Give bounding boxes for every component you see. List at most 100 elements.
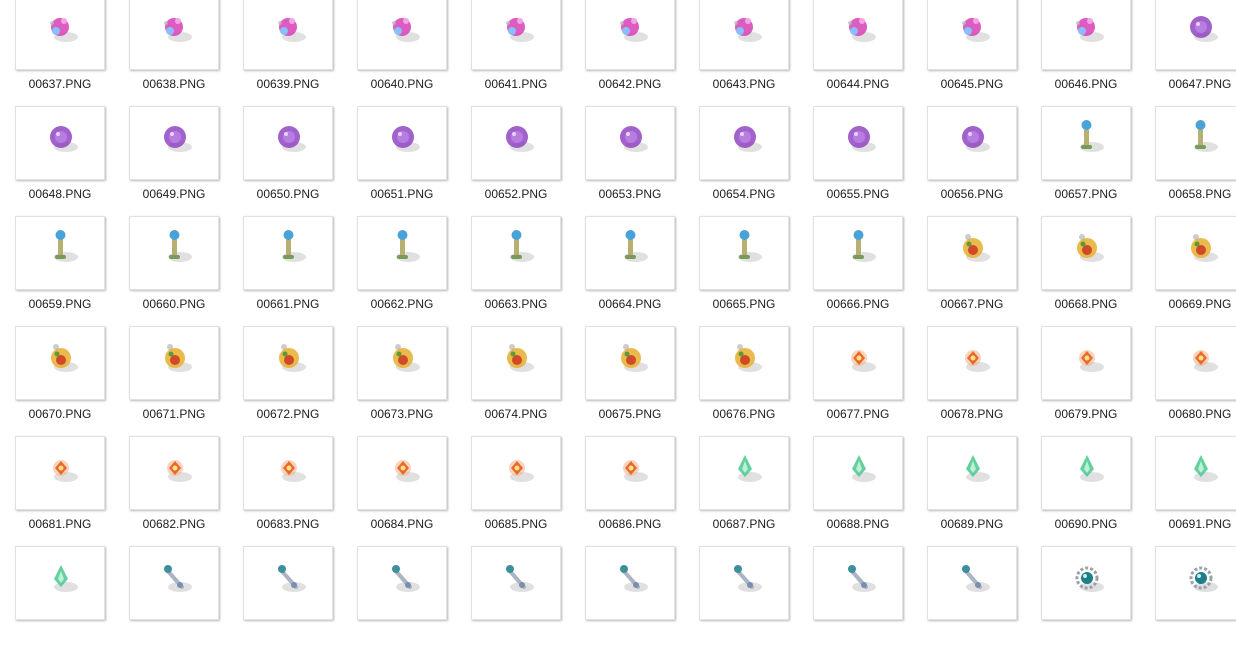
file-item[interactable]: 00637.PNG bbox=[0, 0, 114, 106]
file-thumbnail[interactable] bbox=[243, 216, 333, 290]
file-name-label[interactable]: 00660.PNG bbox=[114, 297, 234, 311]
file-thumbnail[interactable] bbox=[813, 106, 903, 180]
file-item[interactable]: 00687.PNG bbox=[684, 436, 798, 546]
file-item[interactable]: 00662.PNG bbox=[342, 216, 456, 326]
file-thumbnail[interactable] bbox=[243, 106, 333, 180]
file-name-label[interactable]: 00656.PNG bbox=[912, 187, 1032, 201]
file-thumbnail[interactable] bbox=[585, 436, 675, 510]
file-thumbnail[interactable] bbox=[357, 216, 447, 290]
file-item[interactable]: 00642.PNG bbox=[570, 0, 684, 106]
file-thumbnail[interactable] bbox=[813, 0, 903, 70]
file-name-label[interactable]: 00662.PNG bbox=[342, 297, 462, 311]
file-thumbnail[interactable] bbox=[585, 106, 675, 180]
file-name-label[interactable]: 00648.PNG bbox=[0, 187, 120, 201]
file-thumbnail[interactable] bbox=[129, 106, 219, 180]
file-thumbnail[interactable] bbox=[813, 436, 903, 510]
file-thumbnail[interactable] bbox=[357, 436, 447, 510]
file-thumbnail[interactable] bbox=[15, 436, 105, 510]
file-name-label[interactable]: 00685.PNG bbox=[456, 517, 576, 531]
file-item[interactable] bbox=[570, 546, 684, 656]
file-item[interactable] bbox=[912, 546, 1026, 656]
file-name-label[interactable]: 00658.PNG bbox=[1140, 187, 1236, 201]
file-name-label[interactable]: 00644.PNG bbox=[798, 77, 918, 91]
file-thumbnail[interactable] bbox=[471, 436, 561, 510]
file-item[interactable] bbox=[228, 546, 342, 656]
file-thumbnail[interactable] bbox=[585, 546, 675, 620]
file-item[interactable] bbox=[684, 546, 798, 656]
file-item[interactable]: 00679.PNG bbox=[1026, 326, 1140, 436]
file-item[interactable]: 00683.PNG bbox=[228, 436, 342, 546]
file-item[interactable]: 00650.PNG bbox=[228, 106, 342, 216]
file-thumbnail[interactable] bbox=[15, 546, 105, 620]
file-thumbnail[interactable] bbox=[813, 326, 903, 400]
file-thumbnail[interactable] bbox=[585, 326, 675, 400]
file-name-label[interactable]: 00645.PNG bbox=[912, 77, 1032, 91]
file-name-label[interactable]: 00646.PNG bbox=[1026, 77, 1146, 91]
file-name-label[interactable]: 00691.PNG bbox=[1140, 517, 1236, 531]
file-item[interactable]: 00638.PNG bbox=[114, 0, 228, 106]
file-name-label[interactable]: 00653.PNG bbox=[570, 187, 690, 201]
file-thumbnail[interactable] bbox=[243, 0, 333, 70]
file-name-label[interactable]: 00647.PNG bbox=[1140, 77, 1236, 91]
file-name-label[interactable]: 00690.PNG bbox=[1026, 517, 1146, 531]
file-thumbnail[interactable] bbox=[927, 436, 1017, 510]
file-name-label[interactable]: 00680.PNG bbox=[1140, 407, 1236, 421]
file-item[interactable]: 00654.PNG bbox=[684, 106, 798, 216]
file-name-label[interactable]: 00657.PNG bbox=[1026, 187, 1146, 201]
file-name-label[interactable]: 00670.PNG bbox=[0, 407, 120, 421]
file-thumbnail[interactable] bbox=[15, 106, 105, 180]
file-item[interactable]: 00645.PNG bbox=[912, 0, 1026, 106]
file-item[interactable]: 00672.PNG bbox=[228, 326, 342, 436]
file-item[interactable] bbox=[1140, 546, 1236, 656]
file-name-label[interactable]: 00677.PNG bbox=[798, 407, 918, 421]
file-name-label[interactable]: 00665.PNG bbox=[684, 297, 804, 311]
file-name-label[interactable]: 00651.PNG bbox=[342, 187, 462, 201]
file-item[interactable]: 00641.PNG bbox=[456, 0, 570, 106]
file-name-label[interactable]: 00661.PNG bbox=[228, 297, 348, 311]
file-item[interactable]: 00685.PNG bbox=[456, 436, 570, 546]
file-thumbnail[interactable] bbox=[1155, 0, 1236, 70]
file-item[interactable]: 00639.PNG bbox=[228, 0, 342, 106]
file-item[interactable]: 00668.PNG bbox=[1026, 216, 1140, 326]
file-item[interactable]: 00656.PNG bbox=[912, 106, 1026, 216]
file-item[interactable]: 00665.PNG bbox=[684, 216, 798, 326]
file-name-label[interactable]: 00652.PNG bbox=[456, 187, 576, 201]
file-thumbnail[interactable] bbox=[15, 216, 105, 290]
file-name-label[interactable]: 00679.PNG bbox=[1026, 407, 1146, 421]
file-thumbnail[interactable] bbox=[699, 0, 789, 70]
file-name-label[interactable]: 00676.PNG bbox=[684, 407, 804, 421]
file-thumbnail[interactable] bbox=[357, 326, 447, 400]
file-name-label[interactable]: 00663.PNG bbox=[456, 297, 576, 311]
file-thumbnail[interactable] bbox=[1155, 216, 1236, 290]
file-name-label[interactable]: 00682.PNG bbox=[114, 517, 234, 531]
file-name-label[interactable]: 00688.PNG bbox=[798, 517, 918, 531]
file-item[interactable]: 00686.PNG bbox=[570, 436, 684, 546]
file-thumbnail[interactable] bbox=[471, 106, 561, 180]
file-name-label[interactable]: 00664.PNG bbox=[570, 297, 690, 311]
file-thumbnail[interactable] bbox=[243, 436, 333, 510]
file-item[interactable]: 00678.PNG bbox=[912, 326, 1026, 436]
file-thumbnail[interactable] bbox=[129, 216, 219, 290]
file-item[interactable]: 00676.PNG bbox=[684, 326, 798, 436]
file-item[interactable]: 00643.PNG bbox=[684, 0, 798, 106]
file-item[interactable]: 00691.PNG bbox=[1140, 436, 1236, 546]
file-item[interactable]: 00681.PNG bbox=[0, 436, 114, 546]
file-thumbnail[interactable] bbox=[699, 326, 789, 400]
file-name-label[interactable]: 00669.PNG bbox=[1140, 297, 1236, 311]
file-item[interactable]: 00684.PNG bbox=[342, 436, 456, 546]
file-item[interactable]: 00690.PNG bbox=[1026, 436, 1140, 546]
file-item[interactable]: 00680.PNG bbox=[1140, 326, 1236, 436]
file-thumbnail[interactable] bbox=[1041, 216, 1131, 290]
file-name-label[interactable]: 00681.PNG bbox=[0, 517, 120, 531]
file-name-label[interactable]: 00642.PNG bbox=[570, 77, 690, 91]
file-item[interactable]: 00652.PNG bbox=[456, 106, 570, 216]
file-item[interactable]: 00640.PNG bbox=[342, 0, 456, 106]
file-item[interactable]: 00689.PNG bbox=[912, 436, 1026, 546]
file-thumbnail[interactable] bbox=[471, 0, 561, 70]
file-item[interactable]: 00649.PNG bbox=[114, 106, 228, 216]
file-thumbnail[interactable] bbox=[699, 546, 789, 620]
file-name-label[interactable]: 00675.PNG bbox=[570, 407, 690, 421]
file-name-label[interactable]: 00667.PNG bbox=[912, 297, 1032, 311]
file-item[interactable]: 00644.PNG bbox=[798, 0, 912, 106]
file-item[interactable]: 00659.PNG bbox=[0, 216, 114, 326]
